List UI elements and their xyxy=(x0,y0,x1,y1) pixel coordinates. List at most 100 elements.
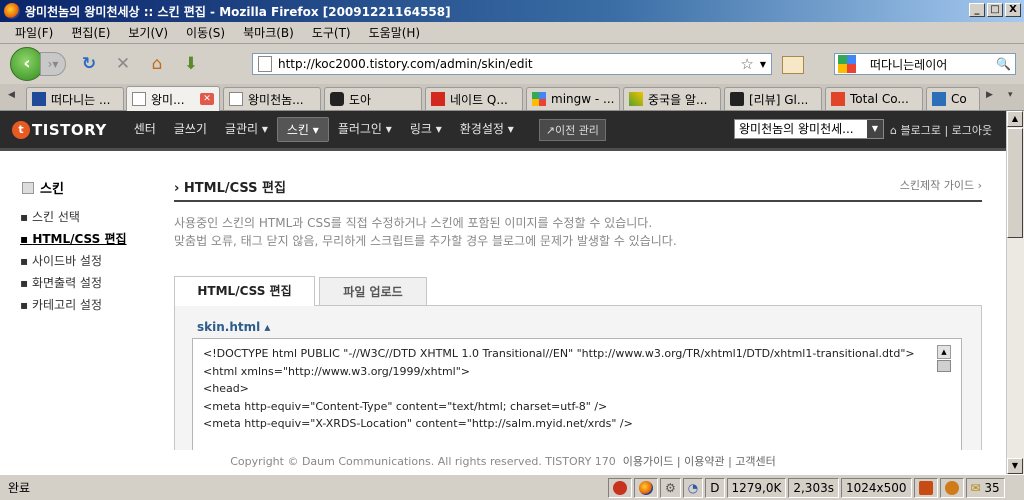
status-text: 완료 xyxy=(8,481,31,495)
tools-icon[interactable]: ⚙ xyxy=(660,478,681,498)
footer-links[interactable]: 이용가이드 | 이용약관 | 고객센터 xyxy=(623,455,776,468)
lnb-item-display[interactable]: ▪ 화면출력 설정 xyxy=(20,272,127,294)
menu-view[interactable]: 보기(V) xyxy=(119,24,177,41)
page-scrollbar[interactable]: ▲ ▼ xyxy=(1006,111,1024,474)
google-icon[interactable] xyxy=(838,55,856,73)
firefox-icon xyxy=(4,3,20,19)
tab-html-css-edit[interactable]: HTML/CSS 편집 xyxy=(174,276,315,306)
tab-scroll-right-icon[interactable]: ▶ xyxy=(986,90,993,100)
scroll-down-icon[interactable]: ▼ xyxy=(1007,458,1023,474)
search-input[interactable]: 떠다니는레이어 xyxy=(870,56,996,73)
tab-file-upload[interactable]: 파일 업로드 xyxy=(319,277,427,305)
tab-8[interactable]: Total Co... xyxy=(825,87,923,110)
gnb-posts[interactable]: 글관리 ▾ xyxy=(216,117,277,142)
tab-3[interactable]: 도아 xyxy=(324,87,422,110)
code-line: <head> xyxy=(203,382,249,395)
status-bar: 완료 ⚙ ◔ D 1279,0K 2,303s 1024x500 ✉ 35 xyxy=(0,474,1024,500)
site-favicon xyxy=(431,92,445,106)
tab-7[interactable]: [리뷰] Gl... xyxy=(724,87,822,110)
menu-file[interactable]: 파일(F) xyxy=(6,24,62,41)
menu-bar: 파일(F) 편집(E) 보기(V) 이동(S) 북마크(B) 도구(T) 도움말… xyxy=(0,22,1024,44)
scroll-thumb[interactable] xyxy=(1007,128,1023,238)
tab-list-icon[interactable]: ▾ xyxy=(1008,90,1013,100)
site-favicon xyxy=(32,92,46,106)
forward-button[interactable]: ›▾ xyxy=(40,52,66,76)
mail-count: 35 xyxy=(984,481,1000,495)
tistory-logo[interactable]: t TISTORY xyxy=(12,120,107,139)
gnb-write[interactable]: 글쓰기 xyxy=(165,117,216,142)
extension-icon[interactable] xyxy=(913,478,938,498)
lnb-item-skin-select[interactable]: ▪ 스킨 선택 xyxy=(20,206,127,228)
scroll-thumb[interactable] xyxy=(937,360,951,372)
addon-icon[interactable] xyxy=(939,478,964,498)
address-bar[interactable]: http://koc2000.tistory.com/admin/skin/ed… xyxy=(252,53,772,75)
bookmark-star-icon[interactable]: ☆ xyxy=(740,55,753,73)
menu-help[interactable]: 도움말(H) xyxy=(360,24,430,41)
site-favicon xyxy=(730,92,744,106)
scroll-up-icon[interactable]: ▲ xyxy=(937,345,951,359)
site-favicon xyxy=(629,92,643,106)
top-links[interactable]: ⌂ 블로그로 | 로그아웃 xyxy=(890,122,992,138)
chevron-down-icon[interactable]: ▼ xyxy=(867,120,883,138)
blog-select[interactable]: 왕미천놈의 왕미천세... ▼ xyxy=(734,119,884,139)
nav-divider xyxy=(0,148,1006,151)
close-button[interactable]: X xyxy=(1005,3,1021,17)
search-icon[interactable]: 🔍 xyxy=(996,57,1011,71)
minimize-button[interactable]: _ xyxy=(969,3,985,17)
gnb-skin[interactable]: 스킨 ▾ xyxy=(276,117,329,142)
addon-icon[interactable] xyxy=(608,478,632,498)
lnb-item-sidebar[interactable]: ▪ 사이드바 설정 xyxy=(20,250,127,272)
window-title: 왕미천놈의 왕미천세상 :: 스킨 편집 - Mozilla Firefox [… xyxy=(25,4,451,19)
tab-0[interactable]: 떠다니는 ... xyxy=(26,87,124,110)
resolution: 1024x500 xyxy=(840,478,912,498)
gnb-links[interactable]: 링크 ▾ xyxy=(401,117,451,142)
page-viewport: t TISTORY 센터 글쓰기 글관리 ▾ 스킨 ▾ 플러그인 ▾ 링크 ▾ … xyxy=(0,111,1006,474)
scroll-up-icon[interactable]: ▲ xyxy=(1007,111,1023,127)
tab-6[interactable]: 중국을 알... xyxy=(623,87,721,110)
editor-panel: skin.html ▴ <!DOCTYPE html PUBLIC "-//W3… xyxy=(174,306,982,474)
back-button[interactable]: ‹ xyxy=(10,47,44,81)
menu-go[interactable]: 이동(S) xyxy=(177,24,234,41)
old-admin-button[interactable]: ↗이전 관리 xyxy=(538,118,606,141)
tistory-top-nav: t TISTORY 센터 글쓰기 글관리 ▾ 스킨 ▾ 플러그인 ▾ 링크 ▾ … xyxy=(0,111,1006,148)
page-title: › HTML/CSS 편집 xyxy=(174,181,286,196)
site-favicon xyxy=(932,92,946,106)
feed-icon[interactable] xyxy=(782,56,804,74)
page-favicon xyxy=(229,92,243,106)
tab-2[interactable]: 왕미천놈... xyxy=(223,87,321,110)
download-icon[interactable]: ⬇ xyxy=(180,53,202,75)
gnb-plugins[interactable]: 플러그인 ▾ xyxy=(329,117,401,142)
skin-guide-link[interactable]: 스킨제작 가이드 › xyxy=(900,177,982,193)
chevron-down-icon[interactable]: ▼ xyxy=(760,60,766,69)
gnb-center[interactable]: 센터 xyxy=(125,117,165,142)
lnb-item-category[interactable]: ▪ 카테고리 설정 xyxy=(20,294,127,316)
firefox-status-icon[interactable] xyxy=(634,478,658,498)
menu-edit[interactable]: 편집(E) xyxy=(62,24,119,41)
window-title-bar: 왕미천놈의 왕미천세상 :: 스킨 편집 - Mozilla Firefox [… xyxy=(0,0,1024,22)
skin-section-icon xyxy=(22,181,34,194)
search-box[interactable]: 떠다니는레이어 🔍 xyxy=(834,53,1016,75)
menu-tools[interactable]: 도구(T) xyxy=(303,24,360,41)
tab-5[interactable]: mingw - ... xyxy=(526,87,620,110)
page-description: 사용중인 스킨의 HTML과 CSS를 직접 수정하거나 스킨에 포함된 이미지… xyxy=(174,216,677,248)
file-selector[interactable]: skin.html ▴ xyxy=(197,320,270,334)
lnb-title: 스킨 xyxy=(22,178,64,197)
tab-1[interactable]: 왕미... ✕ xyxy=(126,86,220,111)
memory-usage: 1279,0K xyxy=(726,478,787,498)
tab-scroll-left-icon[interactable]: ◀ xyxy=(8,90,15,100)
gnb-settings[interactable]: 환경설정 ▾ xyxy=(451,117,523,142)
maximize-button[interactable]: □ xyxy=(987,3,1003,17)
tab-close-icon[interactable]: ✕ xyxy=(200,93,214,105)
reload-icon[interactable]: ↻ xyxy=(78,53,100,75)
tab-9[interactable]: Co xyxy=(926,87,980,110)
lnb-item-html-css[interactable]: ▪ HTML/CSS 편집 xyxy=(20,228,127,250)
page-icon xyxy=(258,56,272,72)
url-text[interactable]: http://koc2000.tistory.com/admin/skin/ed… xyxy=(278,57,740,71)
menu-bookmarks[interactable]: 북마크(B) xyxy=(234,24,303,41)
mail-icon[interactable]: ✉ 35 xyxy=(965,478,1005,498)
speed-gauge-icon: ◔ xyxy=(682,478,704,498)
stop-icon[interactable]: ✕ xyxy=(112,53,134,75)
home-icon[interactable]: ⌂ xyxy=(146,53,168,75)
navigation-toolbar: ‹ ›▾ ↻ ✕ ⌂ ⬇ http://koc2000.tistory.com/… xyxy=(0,44,1024,84)
tab-4[interactable]: 네이트 Q... xyxy=(425,87,523,110)
